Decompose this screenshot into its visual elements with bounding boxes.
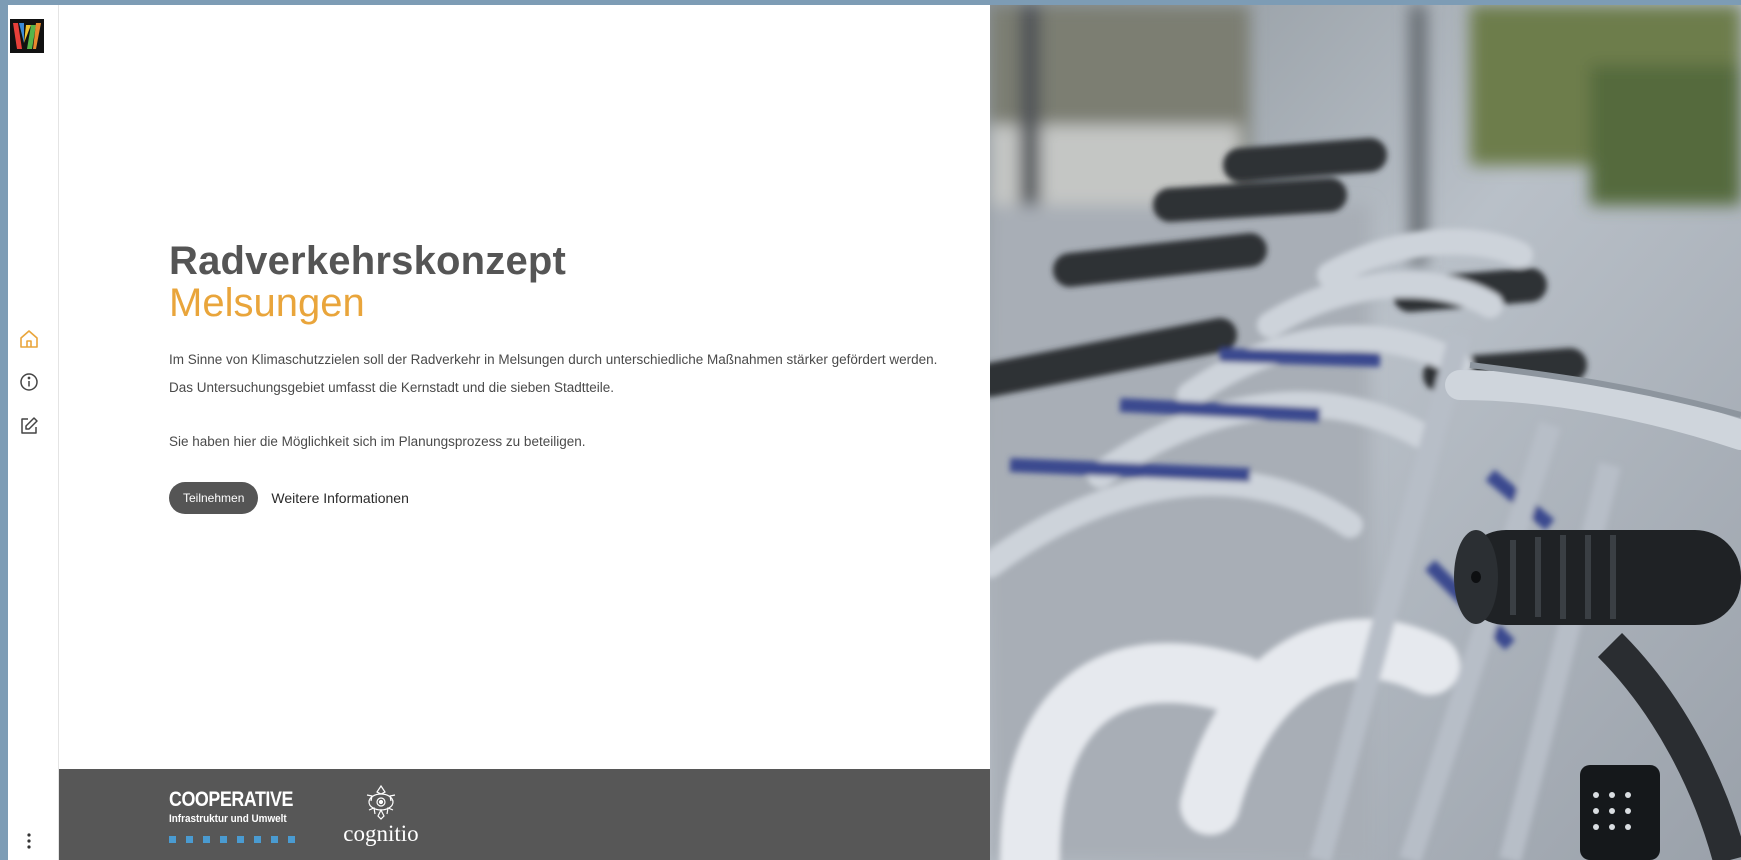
home-icon[interactable] (18, 328, 40, 350)
main-content: Radverkehrskonzept Melsungen Im Sinne vo… (59, 5, 990, 860)
intro-line-1: Im Sinne von Klimaschutzzielen soll der … (169, 352, 938, 367)
info-icon[interactable] (18, 371, 40, 393)
app-frame: Radverkehrskonzept Melsungen Im Sinne vo… (8, 5, 1741, 860)
footer: COOPERATIVE Infrastruktur und Umwelt cog… (59, 769, 990, 860)
cooperative-dots (169, 836, 315, 843)
page-title: Radverkehrskonzept (169, 239, 567, 283)
intro-line-2: Das Untersuchungsgebiet umfasst die Kern… (169, 379, 615, 395)
more-vertical-icon[interactable] (18, 830, 40, 852)
cognitio-logo[interactable]: cognitio (334, 783, 428, 847)
sidebar (8, 5, 59, 860)
hero-image-bicycles (990, 5, 1741, 860)
cognitio-wordmark: cognitio (343, 821, 419, 846)
edit-icon[interactable] (18, 415, 40, 437)
hero-actions: Teilnehmen Weitere Informationen (169, 481, 969, 514)
participate-button[interactable]: Teilnehmen (169, 481, 259, 514)
intro-paragraph: Im Sinne von Klimaschutzzielen soll der … (169, 346, 969, 401)
cooperative-logo[interactable]: COOPERATIVE Infrastruktur und Umwelt (169, 789, 315, 843)
hero: Radverkehrskonzept Melsungen Im Sinne vo… (169, 240, 969, 514)
participation-text: Sie haben hier die Möglichkeit sich im P… (169, 434, 586, 449)
cognitio-emblem-icon (366, 784, 396, 820)
cooperative-subtitle: Infrastruktur und Umwelt (169, 813, 287, 825)
app-logo[interactable] (10, 19, 44, 53)
more-info-link[interactable]: Weitere Informationen (271, 490, 408, 506)
page-subtitle: Melsungen (169, 281, 365, 325)
cooperative-title: COOPERATIVE (169, 788, 293, 811)
